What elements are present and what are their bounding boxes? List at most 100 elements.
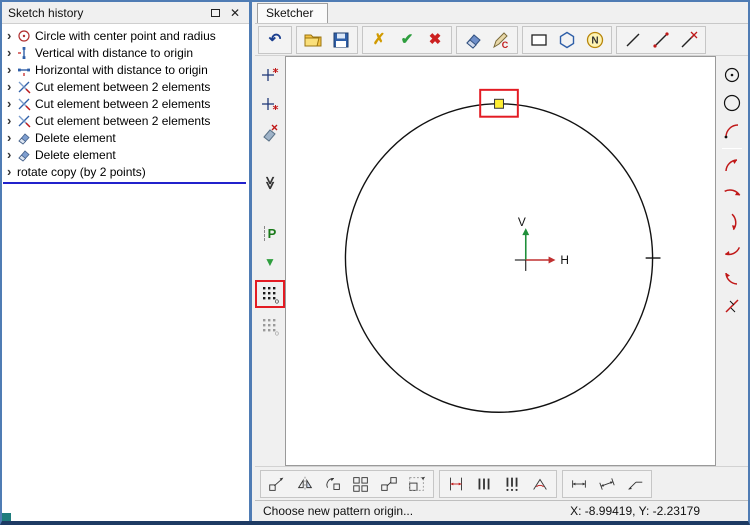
history-list: › Circle with center point and radius › … (2, 24, 249, 521)
collapse-button[interactable]: ≫ (258, 172, 282, 194)
eraser-button[interactable] (460, 28, 486, 52)
sketcher-bottom-toolbar (255, 466, 748, 500)
insert-marker-button[interactable]: ▼ (258, 251, 282, 273)
history-item[interactable]: › Delete element (2, 146, 249, 163)
v-axis-arrowhead (522, 228, 530, 236)
polygon-tool-button[interactable] (554, 28, 580, 52)
nurbs-tool-button[interactable]: N (582, 28, 608, 52)
history-item[interactable]: › rotate copy (by 2 points) (2, 163, 249, 180)
array-tool-button[interactable] (348, 472, 374, 496)
arc-tool-button-5[interactable] (720, 267, 744, 289)
distance-tool-button[interactable] (443, 472, 469, 496)
application-window: Sketch history ✕ › Circle with center po… (0, 0, 750, 525)
rectangle-tool-button[interactable] (526, 28, 552, 52)
edit-copy-button[interactable]: C (488, 28, 514, 52)
sketcher-left-toolbar: ≫ P ▼ o o (255, 56, 285, 466)
scale-icon (409, 476, 426, 491)
maximize-button[interactable] (205, 4, 225, 21)
line-points-tool-button[interactable] (648, 28, 674, 52)
dimension-aligned-tool-button[interactable] (594, 472, 620, 496)
expand-chevron-icon[interactable]: › (7, 148, 17, 161)
h-axis-label: H (560, 253, 569, 267)
arc-tool-button-4[interactable] (720, 239, 744, 261)
sketch-circle[interactable] (344, 103, 654, 413)
expand-chevron-icon[interactable]: › (7, 63, 17, 76)
point-constraint-tool-button[interactable] (258, 93, 282, 115)
dimension-h-tool-button[interactable] (566, 472, 592, 496)
rotate-tool-button[interactable] (320, 472, 346, 496)
pattern-p-button[interactable]: P (258, 222, 282, 244)
open-button[interactable] (300, 28, 326, 52)
history-item[interactable]: › Cut element between 2 elements (2, 95, 249, 112)
expand-chevron-icon[interactable]: › (7, 46, 17, 59)
line-tool-button[interactable] (620, 28, 646, 52)
collapse-chevrons-icon: ≫ (262, 176, 278, 190)
history-item[interactable]: › Delete element (2, 129, 249, 146)
arc-vertex-tool-button[interactable] (720, 120, 744, 142)
dimension-aligned-icon (599, 477, 615, 490)
history-item[interactable]: › Cut element between 2 elements (2, 112, 249, 129)
history-item[interactable]: › Circle with center point and radius (2, 27, 249, 44)
undo-icon: ↶ (268, 31, 282, 48)
point-constraint-icon (262, 98, 279, 110)
pattern-grid-icon: o (263, 287, 279, 304)
red-line-icon (725, 299, 739, 313)
arc-icon (725, 247, 741, 256)
save-floppy-icon (333, 32, 349, 47)
point-tool-button[interactable] (258, 64, 282, 86)
close-button[interactable]: ✕ (225, 4, 245, 21)
expand-chevron-icon[interactable]: › (7, 97, 17, 110)
toolbar-group-measure (439, 469, 557, 498)
arc-tool-button-1[interactable] (720, 155, 744, 177)
sketcher-workarea: ≫ P ▼ o o V H (255, 56, 748, 466)
h-axis-arrowhead (548, 256, 556, 264)
undo-button[interactable]: ↶ (262, 28, 288, 52)
parallel-lines-tool-button[interactable] (471, 472, 497, 496)
arc-tool-button-3[interactable] (720, 211, 744, 233)
pattern-origin-handle[interactable] (494, 98, 504, 109)
sketch-canvas[interactable]: V H (285, 56, 716, 466)
history-item[interactable]: › Cut element between 2 elements (2, 78, 249, 95)
circle-center-tool-button[interactable] (720, 64, 744, 86)
resize-grip[interactable] (2, 513, 11, 521)
circle-radius-icon (17, 28, 32, 43)
sketch-history-titlebar: Sketch history ✕ (2, 2, 249, 24)
mirror-tool-button[interactable] (292, 472, 318, 496)
arc-icon (724, 189, 741, 196)
circle-tool-button[interactable] (720, 92, 744, 114)
arc-icon (725, 272, 738, 285)
accept-button[interactable]: ✔ (394, 28, 420, 52)
leader-dim-icon (628, 481, 643, 490)
tab-sketcher[interactable]: Sketcher (257, 3, 329, 23)
status-bar: Choose new pattern origin... X: -8.99419… (255, 500, 748, 521)
parallel-points-tool-button[interactable] (499, 472, 525, 496)
array-move-tool-button[interactable] (376, 472, 402, 496)
save-button[interactable] (328, 28, 354, 52)
move-icon (269, 477, 284, 491)
discard-button[interactable]: ✗ (366, 28, 392, 52)
sketcher-panel: Sketcher ↶ ✗ ✔ ✖ C N ≫ P ▼ o o V H Choos… (255, 2, 748, 521)
expand-chevron-icon[interactable]: › (7, 165, 17, 178)
line-delete-tool-button[interactable] (676, 28, 702, 52)
toolbar-group-shapes: N (522, 25, 612, 54)
delete-point-tool-button[interactable] (258, 122, 282, 144)
expand-chevron-icon[interactable]: › (7, 80, 17, 93)
history-item[interactable]: › Horizontal with distance to origin (2, 61, 249, 78)
move-tool-button[interactable] (264, 472, 290, 496)
leader-dim-tool-button[interactable] (622, 472, 648, 496)
history-insert-marker (3, 182, 246, 184)
cancel-button[interactable]: ✖ (422, 28, 448, 52)
toolbar-group-undo: ↶ (258, 25, 292, 54)
arc-tool-button-2[interactable] (720, 183, 744, 205)
history-item[interactable]: › Vertical with distance to origin (2, 44, 249, 61)
eraser-icon (466, 33, 481, 49)
expand-chevron-icon[interactable]: › (7, 114, 17, 127)
scale-tool-button[interactable] (404, 472, 430, 496)
expand-chevron-icon[interactable]: › (7, 131, 17, 144)
pattern-grid-alt-button[interactable]: o (258, 315, 282, 337)
expand-chevron-icon[interactable]: › (7, 29, 17, 42)
circle-center-icon (724, 67, 740, 83)
angle-dim-tool-button[interactable] (527, 472, 553, 496)
pattern-grid-button[interactable]: o (258, 283, 282, 305)
red-line-tool-button[interactable] (720, 295, 744, 317)
